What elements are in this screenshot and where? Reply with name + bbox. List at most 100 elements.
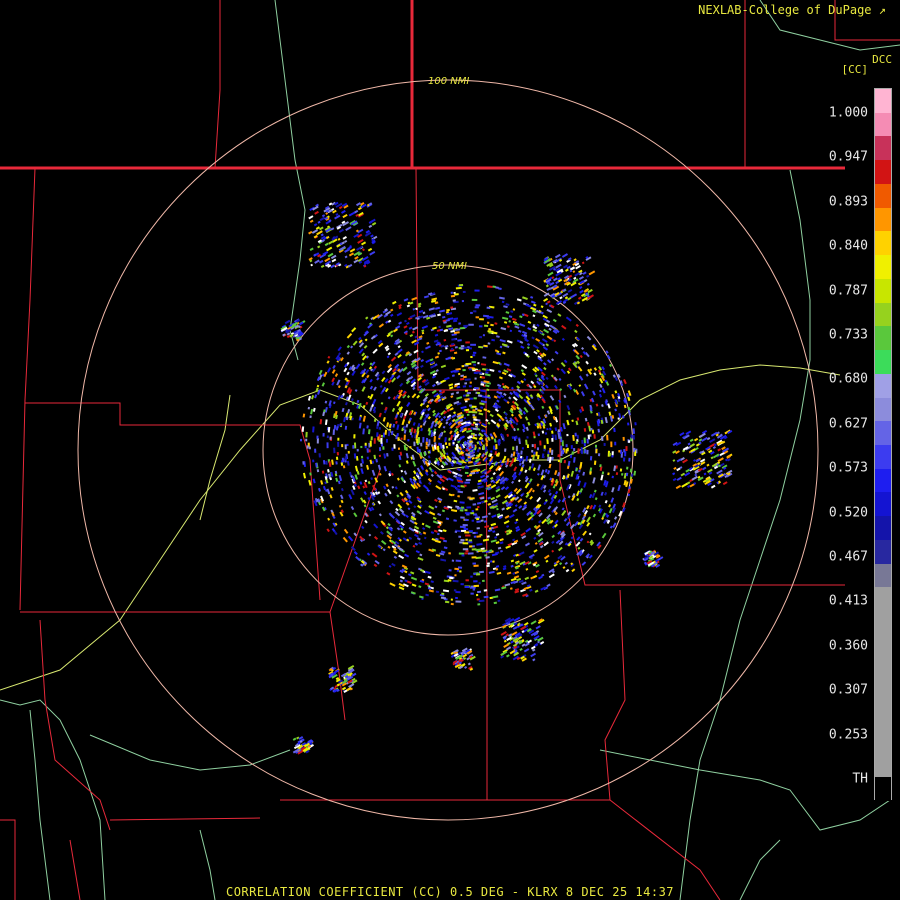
echo-pixel (534, 542, 538, 545)
echo-pixel (351, 398, 354, 402)
echo-pixel (586, 282, 590, 286)
echo-pixel (382, 548, 386, 552)
echo-pixel (525, 439, 528, 446)
echo-pixel (586, 449, 589, 455)
echo-pixel (335, 212, 339, 216)
echo-pixel (627, 409, 631, 416)
echo-pixel (400, 437, 403, 440)
echo-pixel (566, 404, 571, 411)
echo-pixel (563, 517, 568, 522)
echo-pixel (463, 416, 467, 420)
echo-pixel (387, 363, 392, 369)
echo-pixel (561, 449, 565, 455)
scale-cell (875, 539, 891, 565)
echo-pixel (576, 536, 581, 541)
echo-pixel (508, 396, 512, 400)
echo-pixel (448, 552, 452, 555)
echo-pixel (487, 502, 492, 506)
echo-pixel (477, 603, 481, 606)
echo-pixel (531, 449, 534, 453)
echo-pixel (453, 499, 458, 503)
echo-pixel (528, 458, 532, 463)
echo-pixel (618, 413, 622, 419)
echo-pixel (554, 490, 559, 495)
echo-pixel (464, 552, 468, 555)
echo-pixel (453, 319, 458, 323)
echo-pixel (465, 349, 470, 352)
echo-pixel (537, 433, 541, 437)
ring-50-label: 50 NMI (432, 261, 467, 272)
echo-pixel (432, 516, 437, 520)
ring-100-label: 100 NMI (428, 76, 469, 87)
echo-pixel (480, 406, 484, 409)
echo-pixel (333, 424, 337, 430)
echo-pixel (576, 434, 580, 439)
echo-pixel (557, 459, 561, 463)
echo-pixel (531, 444, 534, 448)
echo-pixel (467, 427, 471, 431)
echo-pixel (518, 505, 523, 509)
echo-pixel (438, 415, 442, 419)
echo-pixel (313, 223, 318, 227)
echo-pixel (525, 527, 532, 533)
echo-pixel (495, 286, 499, 289)
echo-pixel (498, 376, 503, 380)
echo-pixel (703, 472, 707, 476)
echo-pixel (518, 438, 521, 445)
scale-tick-label: 0.893 (828, 194, 868, 210)
echo-pixel (509, 391, 513, 396)
echo-pixel (578, 375, 584, 381)
echo-pixel (469, 474, 472, 477)
echo-pixel (450, 347, 454, 351)
echo-pixel (459, 501, 465, 504)
echo-pixel (551, 540, 555, 544)
echo-pixel (409, 314, 416, 319)
echo-pixel (378, 427, 382, 430)
echo-pixel (448, 493, 453, 497)
echo-pixel (464, 666, 468, 669)
echo-pixel (506, 654, 510, 658)
echo-pixel (592, 504, 597, 510)
echo-pixel (465, 394, 470, 397)
echo-pixel (352, 340, 358, 346)
echo-pixel (453, 474, 457, 478)
echo-pixel (504, 416, 508, 420)
echo-pixel (388, 564, 392, 568)
echo-pixel (405, 501, 410, 506)
echo-pixel (492, 560, 495, 563)
echo-pixel (468, 368, 472, 371)
echo-pixel (460, 538, 465, 542)
echo-pixel (403, 298, 409, 302)
echo-pixel (486, 469, 492, 474)
echo-pixel (378, 412, 382, 418)
scale-cell (875, 587, 891, 612)
echo-pixel (386, 367, 393, 374)
echo-pixel (614, 408, 617, 412)
echo-pixel (709, 438, 716, 444)
echo-pixel (340, 487, 344, 492)
echo-pixel (492, 471, 496, 476)
echo-pixel (534, 589, 539, 593)
echo-pixel (421, 331, 425, 335)
echo-pixel (448, 383, 454, 387)
scale-tick-label: 0.253 (828, 727, 868, 743)
echo-pixel (499, 345, 503, 349)
echo-pixel (428, 505, 435, 510)
echo-pixel (457, 566, 463, 569)
echo-pixel (445, 421, 449, 425)
echo-pixel (467, 662, 471, 666)
echo-pixel (354, 389, 358, 392)
echo-pixel (378, 513, 382, 517)
echo-pixel (430, 423, 434, 429)
echo-pixel (397, 348, 403, 354)
echo-pixel (436, 532, 440, 536)
echo-pixel (398, 321, 403, 325)
echo-pixel (412, 470, 417, 475)
echo-pixel (472, 588, 476, 591)
echo-pixel (476, 517, 480, 521)
echo-pixel (473, 564, 479, 567)
echo-pixel (424, 393, 429, 398)
echo-pixel (395, 420, 398, 424)
echo-pixel (384, 429, 388, 435)
echo-pixel (327, 517, 331, 521)
